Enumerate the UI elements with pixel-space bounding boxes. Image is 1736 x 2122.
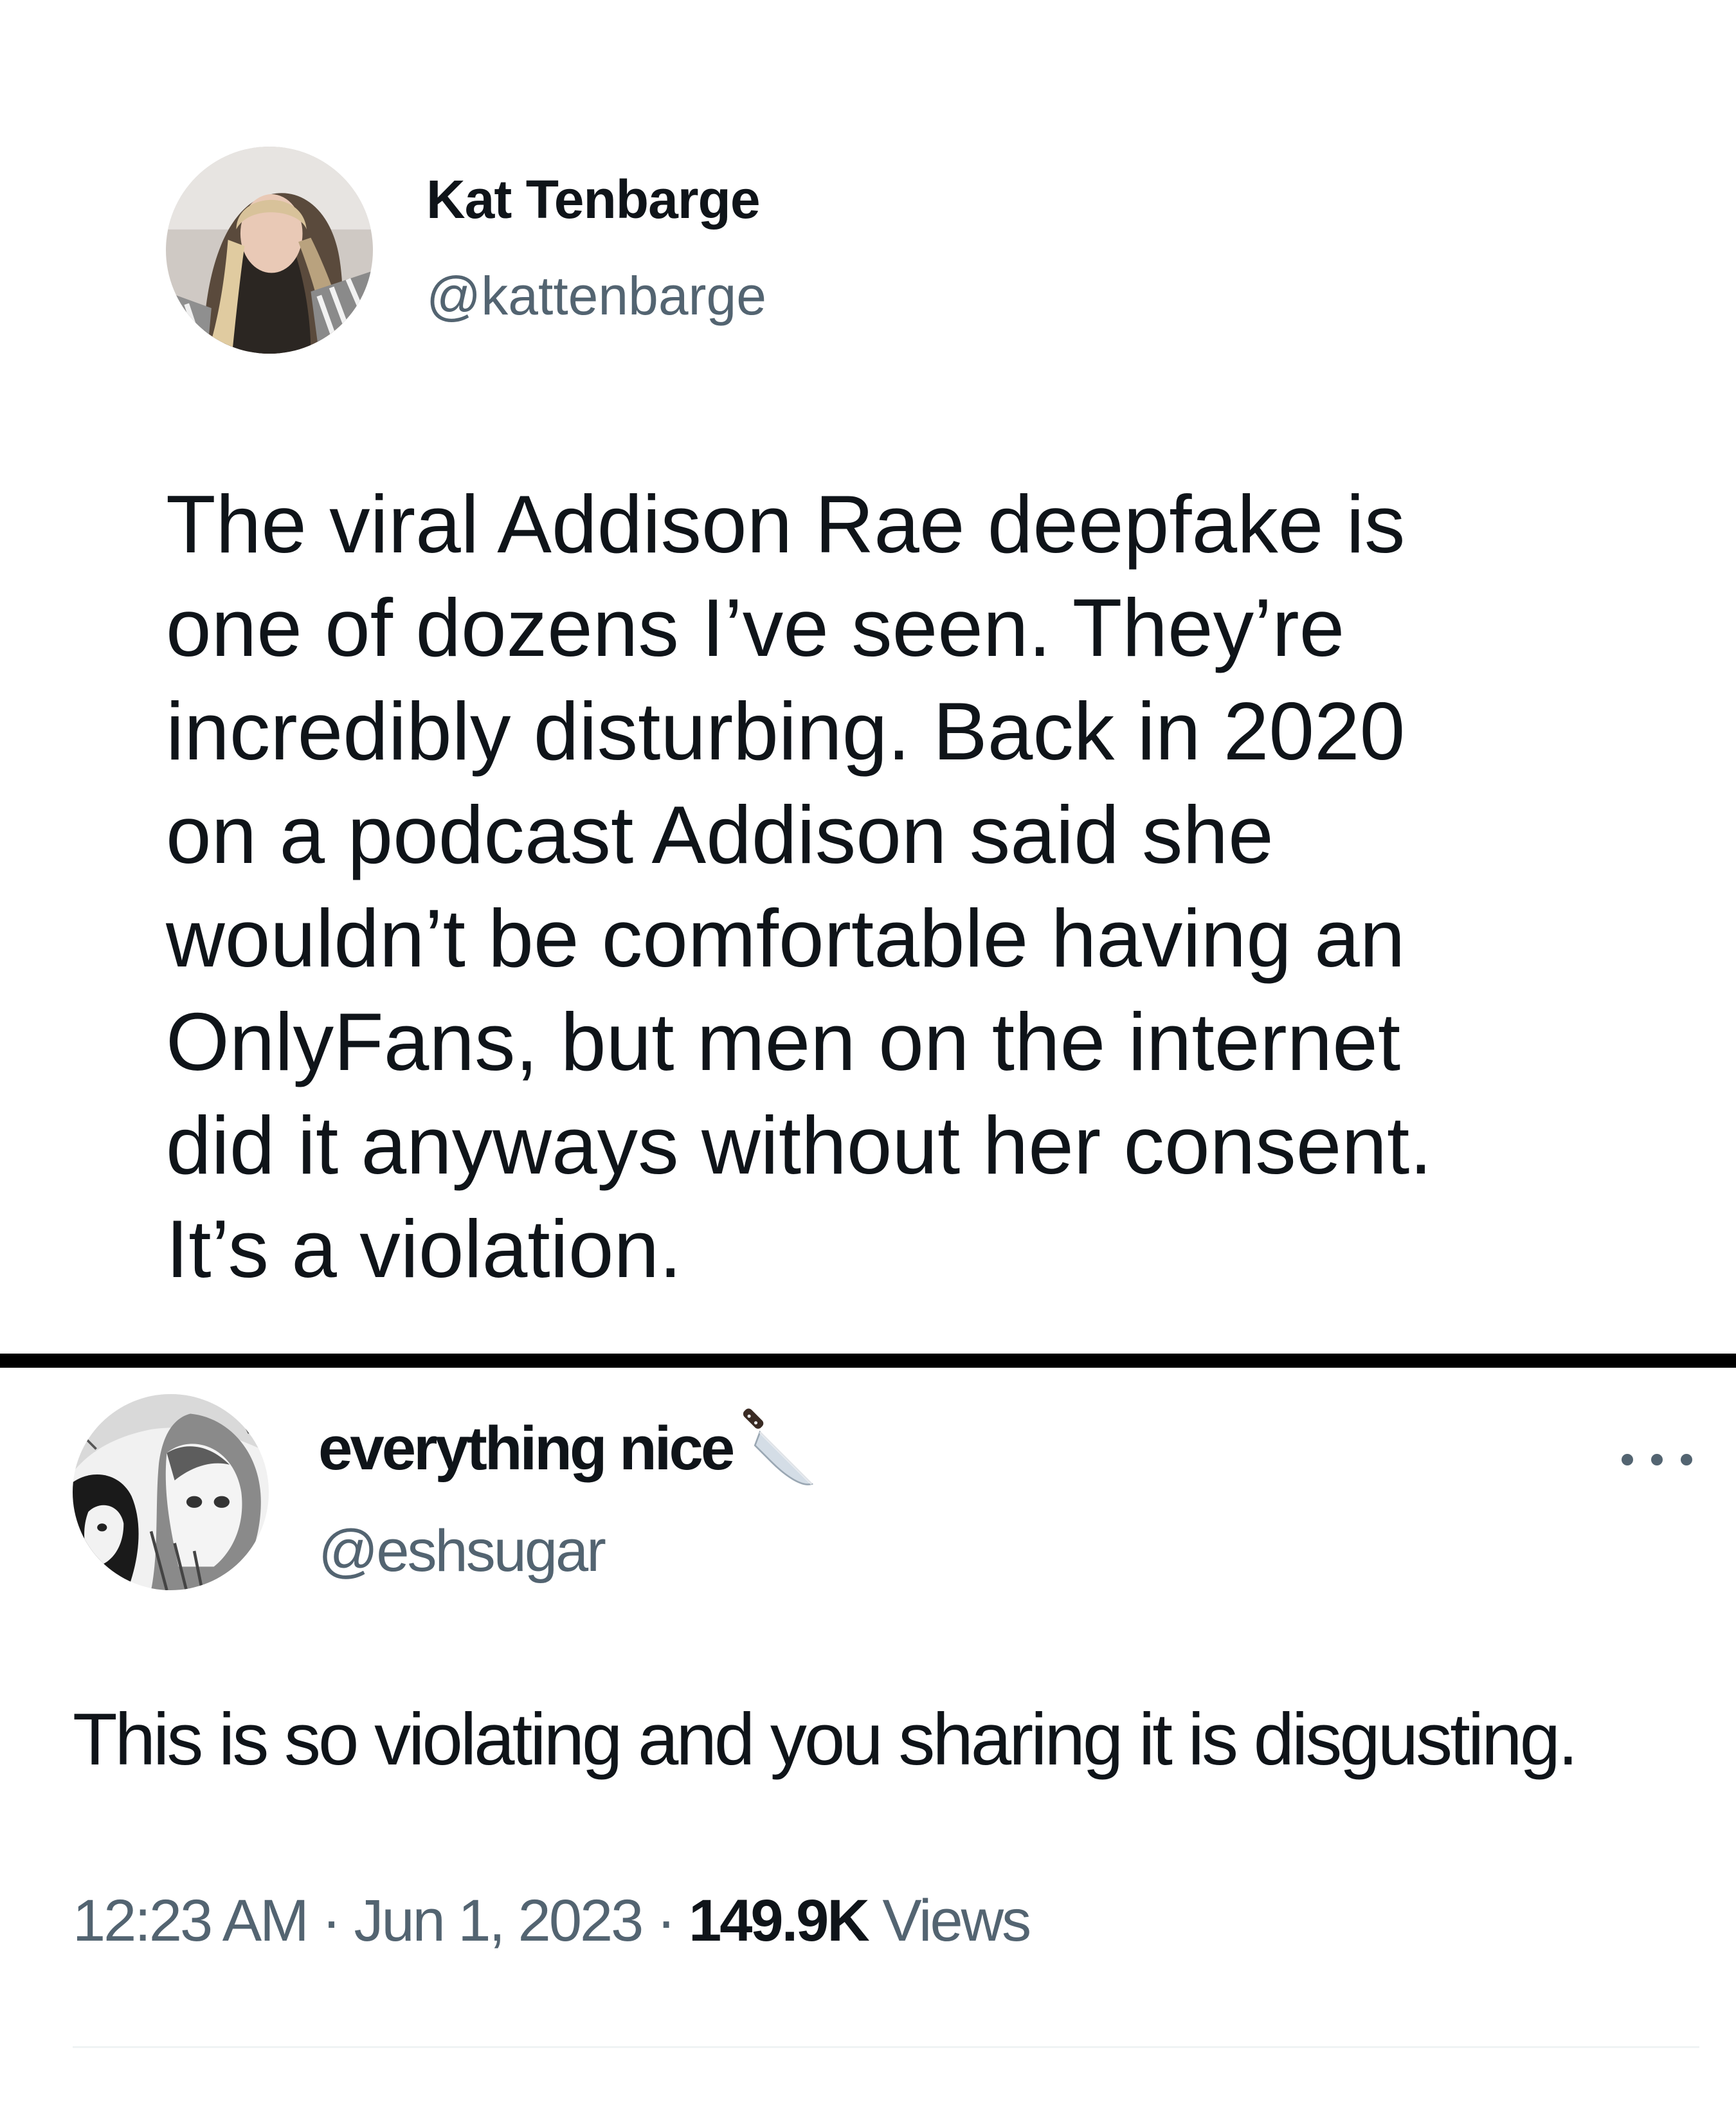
- author-handle[interactable]: @eshsugar: [318, 1518, 606, 1585]
- tweet-date[interactable]: Jun 1, 2023: [354, 1888, 644, 1954]
- author-handle[interactable]: @kattenbarge: [426, 265, 766, 327]
- tweet-text-line: incredibly disturbing. Back in 2020: [166, 685, 1406, 777]
- kat-tenbarge-avatar[interactable]: [166, 147, 373, 354]
- dot: [1681, 1454, 1692, 1465]
- tweet-text: The viral Addison Rae deepfake is one of…: [166, 473, 1645, 1301]
- tweet-text-line: wouldn’t be comfortable having an: [166, 893, 1406, 984]
- meta-separator: ·: [307, 1888, 354, 1954]
- tweet-text-line: did it anyways without her consent.: [166, 1100, 1433, 1191]
- profile-photo-icon: [166, 147, 373, 354]
- tweet-text-line: The viral Addison Rae deepfake is: [166, 478, 1406, 570]
- tweet-text-line: on a podcast Addison said she: [166, 789, 1274, 880]
- views-count[interactable]: 149.9K: [689, 1888, 870, 1954]
- tweet-text-line: It’s a violation.: [166, 1203, 682, 1294]
- views-label: Views: [867, 1888, 1031, 1954]
- meta-separator: ·: [642, 1888, 689, 1954]
- kitchen-knife-icon: [735, 1407, 818, 1491]
- tweet-text: This is so violating and you sharing it …: [73, 1699, 1578, 1781]
- screenshot-divider: [0, 1354, 1736, 1368]
- manga-profile-icon: [73, 1394, 269, 1590]
- author-name[interactable]: Kat Tenbarge: [426, 168, 761, 231]
- tweet-metadata: 12:23 AM · Jun 1, 2023 · 149.9K Views: [73, 1887, 1031, 1955]
- author-name-text: everything nice: [318, 1414, 735, 1483]
- tweet-text-line: one of dozens I’ve seen. They’re: [166, 582, 1345, 673]
- author-name[interactable]: everything nice: [318, 1408, 818, 1491]
- dot: [1651, 1454, 1663, 1465]
- dot: [1622, 1454, 1633, 1465]
- eshsugar-avatar[interactable]: [73, 1394, 269, 1590]
- more-options-icon[interactable]: [1622, 1447, 1692, 1473]
- section-divider: [73, 2046, 1699, 2048]
- tweet-time[interactable]: 12:23 AM: [73, 1888, 309, 1954]
- tweet-text-line: OnlyFans, but men on the internet: [166, 996, 1401, 1087]
